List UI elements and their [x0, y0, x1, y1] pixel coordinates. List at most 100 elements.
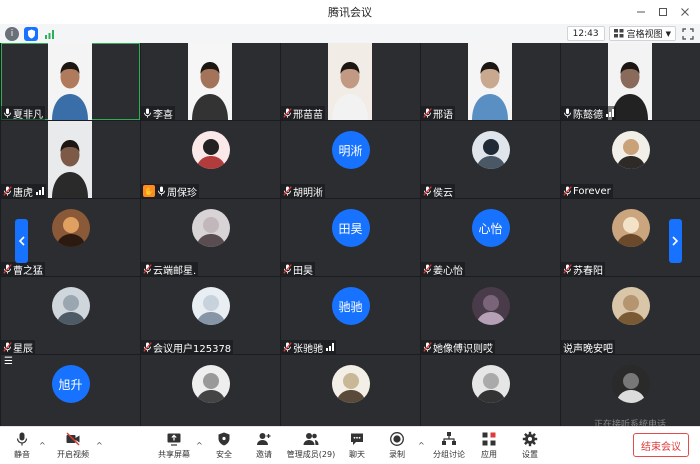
participant-initials-badge: 田昊 — [331, 209, 370, 247]
shield-icon — [218, 432, 230, 446]
participant-tile[interactable]: 旭升 — [1, 355, 140, 426]
participant-tile[interactable] — [561, 355, 700, 426]
close-icon[interactable] — [674, 0, 696, 24]
participant-name: 邢苗苗 — [293, 109, 323, 121]
mic-icon — [144, 108, 151, 118]
meeting-clock: 12:43 — [566, 26, 605, 41]
chat-button[interactable]: 聊天 — [337, 431, 377, 460]
grid-icon — [613, 29, 624, 38]
video-options-caret[interactable]: ^ — [96, 441, 103, 450]
invite-button[interactable]: 邀请 — [244, 431, 284, 460]
participant-tile[interactable]: 说声晚安吧 — [561, 277, 700, 354]
participant-avatar — [331, 365, 370, 403]
maximize-icon[interactable] — [652, 0, 674, 24]
meeting-toolbar: 静音 ^ 开启视频 ^ 共享屏幕 ^ 安全 邀请 管理成员(29) 聊天 录制 … — [0, 426, 700, 464]
participant-initials-badge: 明淅 — [331, 131, 370, 169]
grid-view-button[interactable]: 宫格视图 ▼ — [608, 26, 676, 41]
participant-avatar — [51, 209, 90, 247]
participant-name: 周保珍 — [167, 187, 197, 199]
start-video-button[interactable]: 开启视频 — [52, 431, 94, 460]
record-button[interactable]: 录制 — [377, 431, 417, 460]
network-signal-icon[interactable] — [43, 27, 57, 41]
participant-name: 说声晚安吧 — [563, 343, 613, 355]
participant-tile[interactable] — [281, 355, 420, 426]
participant-tile[interactable] — [421, 355, 560, 426]
view-label: 宫格视图 — [626, 30, 663, 40]
security-button[interactable]: 安全 — [204, 431, 244, 460]
mic-muted-icon — [563, 264, 572, 274]
participant-tile[interactable]: ✋ 周保珍 — [141, 121, 280, 198]
chevron-left-icon — [18, 236, 25, 246]
participant-tile[interactable]: 星辰 — [1, 277, 140, 354]
participant-name: 陈懿德 — [573, 109, 603, 121]
mic-muted-icon — [423, 108, 432, 118]
participant-tile[interactable]: 心怡 姜心怡 — [421, 199, 560, 276]
breakout-button[interactable]: 分组讨论 — [428, 431, 470, 460]
share-screen-button[interactable]: 共享屏幕 — [154, 431, 194, 460]
participant-video — [48, 43, 92, 120]
mute-button[interactable]: 静音 — [2, 431, 42, 460]
participant-tile[interactable]: 会议用户125378 — [141, 277, 280, 354]
manage-members-button[interactable]: 管理成员(29) — [287, 431, 335, 460]
participant-name-bar: 云端邮星. — [141, 262, 199, 276]
participant-tile[interactable]: 唐虎 — [1, 121, 140, 198]
chevron-right-icon — [672, 236, 679, 246]
add-user-icon — [257, 433, 271, 445]
mic-icon — [158, 186, 165, 196]
mic-muted-icon — [3, 264, 12, 274]
participant-tile[interactable]: 她像傅识则哎 — [421, 277, 560, 354]
participant-tile[interactable]: Forever — [561, 121, 700, 198]
participant-initials-badge: 旭升 — [51, 365, 90, 403]
participant-tile[interactable] — [141, 355, 280, 426]
participant-tile[interactable]: 李喜 — [141, 43, 280, 120]
participant-avatar — [611, 287, 650, 325]
mic-muted-icon — [283, 108, 292, 118]
gear-icon — [522, 431, 538, 447]
mic-muted-icon — [3, 342, 12, 352]
participant-avatar — [471, 287, 510, 325]
record-options-caret[interactable]: ^ — [418, 441, 425, 450]
participant-name-bar: 说声晚安吧 — [561, 340, 615, 354]
mic-muted-icon — [423, 342, 432, 352]
participant-name: 侯云 — [433, 187, 453, 199]
participant-tile[interactable]: 邢苗苗 — [281, 43, 420, 120]
next-page-arrow[interactable] — [669, 219, 682, 263]
participant-avatar — [51, 287, 90, 325]
participant-name-bar: 张驰驰 — [281, 340, 336, 354]
participant-tile[interactable]: 陈懿德 — [561, 43, 700, 120]
shield-icon[interactable] — [24, 26, 38, 41]
camera-off-icon — [66, 432, 80, 446]
share-screen-icon — [167, 433, 181, 446]
apps-button[interactable]: 应用 — [469, 431, 509, 460]
end-meeting-button[interactable]: 结束会议 — [633, 433, 689, 457]
signal-strength-icon — [36, 187, 44, 195]
prev-page-arrow[interactable] — [15, 219, 28, 263]
participant-name-bar: 她像傅识则哎 — [421, 340, 495, 354]
participant-name: 她像傅识则哎 — [433, 343, 493, 355]
participant-name: 会议用户125378 — [153, 343, 232, 355]
participant-tile[interactable]: 驰驰 张驰驰 — [281, 277, 420, 354]
participant-tile[interactable]: 夏非凡 — [1, 43, 140, 120]
participant-avatar — [191, 365, 230, 403]
participant-name: 夏非凡 — [13, 109, 43, 121]
participant-name-bar: 夏非凡 — [1, 106, 45, 120]
participant-name-bar: 会议用户125378 — [141, 340, 234, 355]
participant-video — [188, 43, 232, 120]
fullscreen-icon[interactable] — [680, 26, 696, 41]
participant-tile[interactable]: 侯云 — [421, 121, 560, 198]
participant-tile[interactable]: 云端邮星. — [141, 199, 280, 276]
mic-muted-icon — [143, 264, 152, 274]
signal-strength-icon — [606, 109, 614, 117]
participant-name: 张驰驰 — [293, 343, 323, 355]
participant-tile[interactable]: 明淅 胡明淅 — [281, 121, 420, 198]
participant-tile[interactable]: 邢语 — [421, 43, 560, 120]
settings-button[interactable]: 设置 — [510, 431, 550, 460]
share-options-caret[interactable]: ^ — [196, 441, 203, 450]
mute-options-caret[interactable]: ^ — [39, 441, 46, 450]
minimize-icon[interactable] — [630, 0, 652, 24]
participant-tile[interactable]: 田昊 田昊 — [281, 199, 420, 276]
info-icon[interactable]: i — [5, 26, 19, 41]
participant-name-bar: 星辰 — [1, 340, 35, 354]
list-icon[interactable]: ☰ — [4, 356, 13, 367]
participant-name: 曹之猛 — [13, 265, 43, 277]
